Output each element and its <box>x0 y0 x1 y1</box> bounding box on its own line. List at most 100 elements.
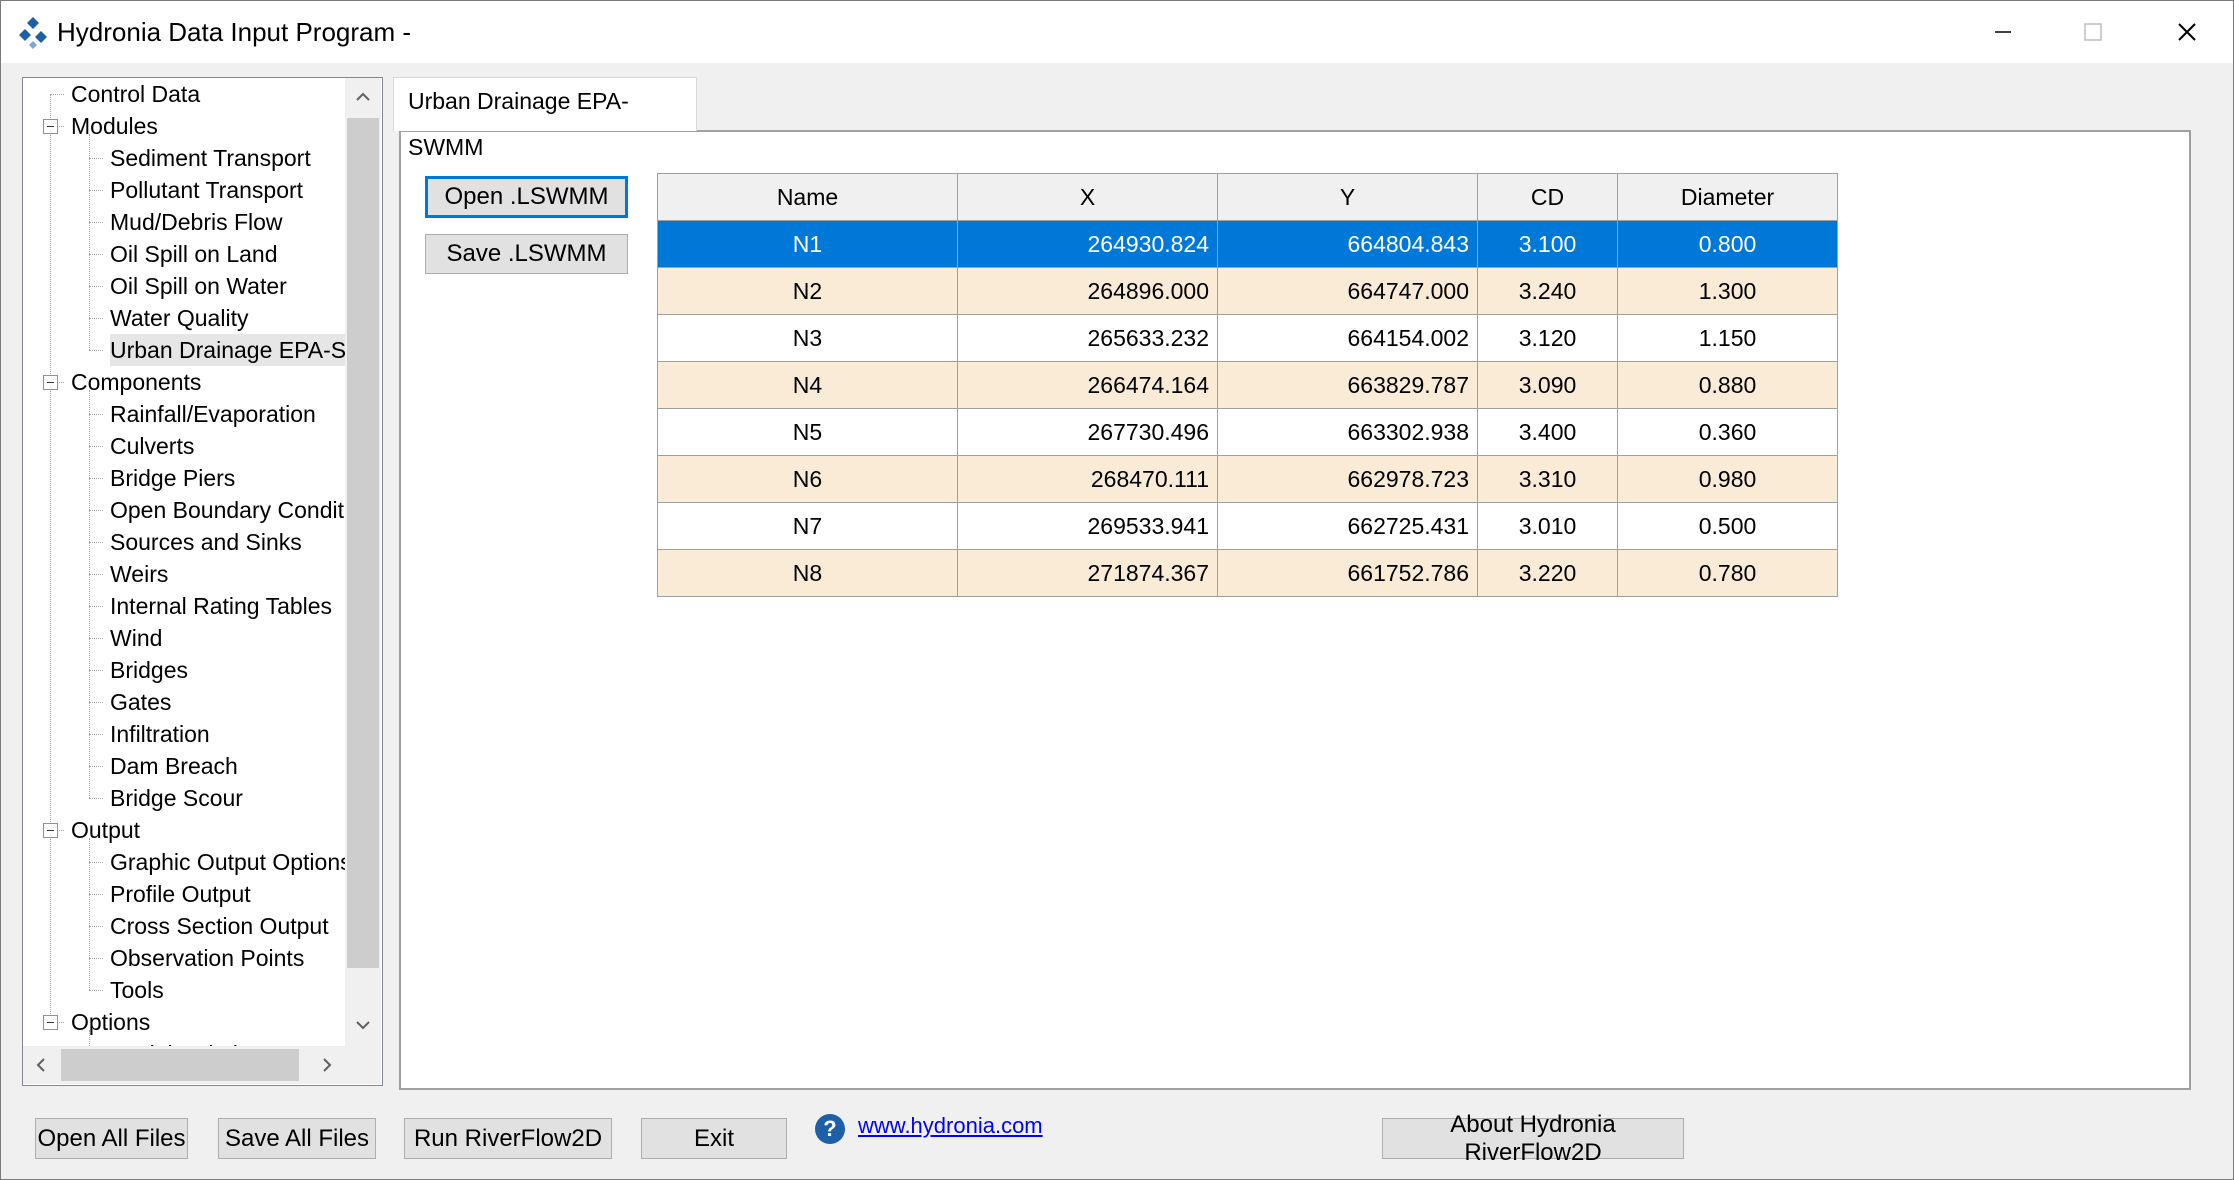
tree-item[interactable]: Urban Drainage EPA-SWMM <box>110 334 345 366</box>
tree-item[interactable]: Wind <box>110 622 162 654</box>
table-row[interactable]: N4 266474.164 663829.787 3.090 0.880 <box>657 361 1838 409</box>
table-cell[interactable]: N2 <box>657 267 958 315</box>
tree-item[interactable]: Bridge Piers <box>110 462 235 494</box>
table-row[interactable]: N7 269533.941 662725.431 3.010 0.500 <box>657 502 1838 550</box>
tree-item[interactable]: Graphic Output Options <box>110 846 345 878</box>
table-cell[interactable]: 1.300 <box>1617 267 1838 315</box>
table-cell[interactable]: 267730.496 <box>957 408 1218 456</box>
table-cell[interactable]: 0.360 <box>1617 408 1838 456</box>
table-cell[interactable]: 264896.000 <box>957 267 1218 315</box>
table-cell[interactable]: 0.880 <box>1617 361 1838 409</box>
table-row[interactable]: N8 271874.367 661752.786 3.220 0.780 <box>657 549 1838 597</box>
table-cell[interactable]: 3.310 <box>1477 455 1618 503</box>
table-cell[interactable]: N6 <box>657 455 958 503</box>
collapse-icon[interactable] <box>43 375 58 390</box>
node-data-grid[interactable]: Name X Y CD Diameter N1 264930.824 664804.… <box>657 173 1838 597</box>
navigation-tree[interactable]: Control Data Modules Sediment Transport Pol… <box>22 77 383 1086</box>
tree-item[interactable]: Observation Points <box>110 942 304 974</box>
tree-item[interactable]: Oil Spill on Land <box>110 238 278 270</box>
table-cell[interactable]: N7 <box>657 502 958 550</box>
table-cell[interactable]: 3.120 <box>1477 314 1618 362</box>
tree-item[interactable]: Pollutant Transport <box>110 174 303 206</box>
tree-item[interactable]: Control Data <box>71 78 200 110</box>
table-cell[interactable]: 269533.941 <box>957 502 1218 550</box>
minimize-button[interactable] <box>1957 1 2049 63</box>
exit-button[interactable]: Exit <box>641 1118 787 1159</box>
tree-item[interactable]: Gates <box>110 686 171 718</box>
table-cell[interactable]: N8 <box>657 549 958 597</box>
tree-item[interactable]: Weirs <box>110 558 168 590</box>
save-lswmm-button[interactable]: Save .LSWMM <box>425 234 628 274</box>
scroll-up-arrow[interactable] <box>345 78 381 116</box>
table-cell[interactable]: N3 <box>657 314 958 362</box>
table-cell[interactable]: 662725.431 <box>1217 502 1478 550</box>
table-cell[interactable]: 664804.843 <box>1217 220 1478 268</box>
tree-item[interactable]: Output <box>71 814 140 846</box>
table-cell[interactable]: 271874.367 <box>957 549 1218 597</box>
table-row[interactable]: N5 267730.496 663302.938 3.400 0.360 <box>657 408 1838 456</box>
table-cell[interactable]: N1 <box>657 220 958 268</box>
tree-item[interactable]: Bridge Scour <box>110 782 243 814</box>
table-cell[interactable]: 664747.000 <box>1217 267 1478 315</box>
scroll-left-arrow[interactable] <box>23 1046 59 1084</box>
table-cell[interactable]: 3.220 <box>1477 549 1618 597</box>
tree-item[interactable]: Water Quality <box>110 302 248 334</box>
tree-item[interactable]: Components <box>71 366 201 398</box>
table-row[interactable]: N2 264896.000 664747.000 3.240 1.300 <box>657 267 1838 315</box>
collapse-icon[interactable] <box>43 1015 58 1030</box>
table-cell[interactable]: 0.500 <box>1617 502 1838 550</box>
tree-item[interactable]: Oil Spill on Water <box>110 270 287 302</box>
table-cell[interactable]: 3.100 <box>1477 220 1618 268</box>
open-lswmm-button[interactable]: Open .LSWMM <box>425 176 628 218</box>
table-row[interactable]: N1 264930.824 664804.843 3.100 0.800 <box>657 220 1838 268</box>
tree-item[interactable]: Mud/Debris Flow <box>110 206 283 238</box>
scroll-right-arrow[interactable] <box>309 1046 345 1084</box>
table-cell[interactable]: 3.400 <box>1477 408 1618 456</box>
tree-item[interactable]: Bridges <box>110 654 188 686</box>
tree-item[interactable]: Dam Breach <box>110 750 238 782</box>
table-cell[interactable]: 265633.232 <box>957 314 1218 362</box>
tree-item[interactable]: Culverts <box>110 430 194 462</box>
tree-item[interactable]: Model Relations <box>110 1038 275 1046</box>
save-all-files-button[interactable]: Save All Files <box>218 1118 376 1159</box>
table-cell[interactable]: 3.090 <box>1477 361 1618 409</box>
tree-vertical-scrollbar[interactable] <box>345 78 381 1046</box>
table-cell[interactable]: 268470.111 <box>957 455 1218 503</box>
tree-item[interactable]: Options <box>71 1006 150 1038</box>
table-cell[interactable]: 266474.164 <box>957 361 1218 409</box>
open-all-files-button[interactable]: Open All Files <box>35 1118 188 1159</box>
question-circle-icon[interactable]: ? <box>815 1114 845 1144</box>
tree-item[interactable]: Modules <box>71 110 158 142</box>
tree-item[interactable]: Internal Rating Tables <box>110 590 332 622</box>
horizontal-scroll-thumb[interactable] <box>61 1049 299 1081</box>
tree-item[interactable]: Infiltration <box>110 718 210 750</box>
collapse-icon[interactable] <box>43 119 58 134</box>
run-riverflow2d-button[interactable]: Run RiverFlow2D <box>404 1118 612 1159</box>
table-cell[interactable]: 0.800 <box>1617 220 1838 268</box>
column-header-diameter[interactable]: Diameter <box>1617 173 1838 221</box>
table-cell[interactable]: 663302.938 <box>1217 408 1478 456</box>
tab-urban-drainage[interactable]: Urban Drainage EPA-SWMM <box>393 77 697 160</box>
collapse-icon[interactable] <box>43 823 58 838</box>
table-cell[interactable]: 1.150 <box>1617 314 1838 362</box>
table-cell[interactable]: 663829.787 <box>1217 361 1478 409</box>
tree-item[interactable]: Cross Section Output <box>110 910 329 942</box>
table-cell[interactable]: N4 <box>657 361 958 409</box>
table-cell[interactable]: 662978.723 <box>1217 455 1478 503</box>
tree-horizontal-scrollbar[interactable] <box>23 1046 345 1084</box>
tree-item[interactable]: Rainfall/Evaporation <box>110 398 316 430</box>
about-hydronia-button[interactable]: About Hydronia RiverFlow2D <box>1382 1111 1684 1166</box>
close-button[interactable] <box>2141 1 2233 63</box>
maximize-button[interactable] <box>2047 1 2139 63</box>
hydronia-website-link[interactable]: www.hydronia.com <box>858 1113 1043 1139</box>
tree-item[interactable]: Sediment Transport <box>110 142 311 174</box>
column-header-x[interactable]: X <box>957 173 1218 221</box>
table-row[interactable]: N6 268470.111 662978.723 3.310 0.980 <box>657 455 1838 503</box>
column-header-y[interactable]: Y <box>1217 173 1478 221</box>
table-cell[interactable]: 264930.824 <box>957 220 1218 268</box>
table-cell[interactable]: 0.980 <box>1617 455 1838 503</box>
tree-item[interactable]: Profile Output <box>110 878 251 910</box>
table-cell[interactable]: 0.780 <box>1617 549 1838 597</box>
tree-item[interactable]: Open Boundary Conditions <box>110 494 345 526</box>
table-cell[interactable]: 661752.786 <box>1217 549 1478 597</box>
